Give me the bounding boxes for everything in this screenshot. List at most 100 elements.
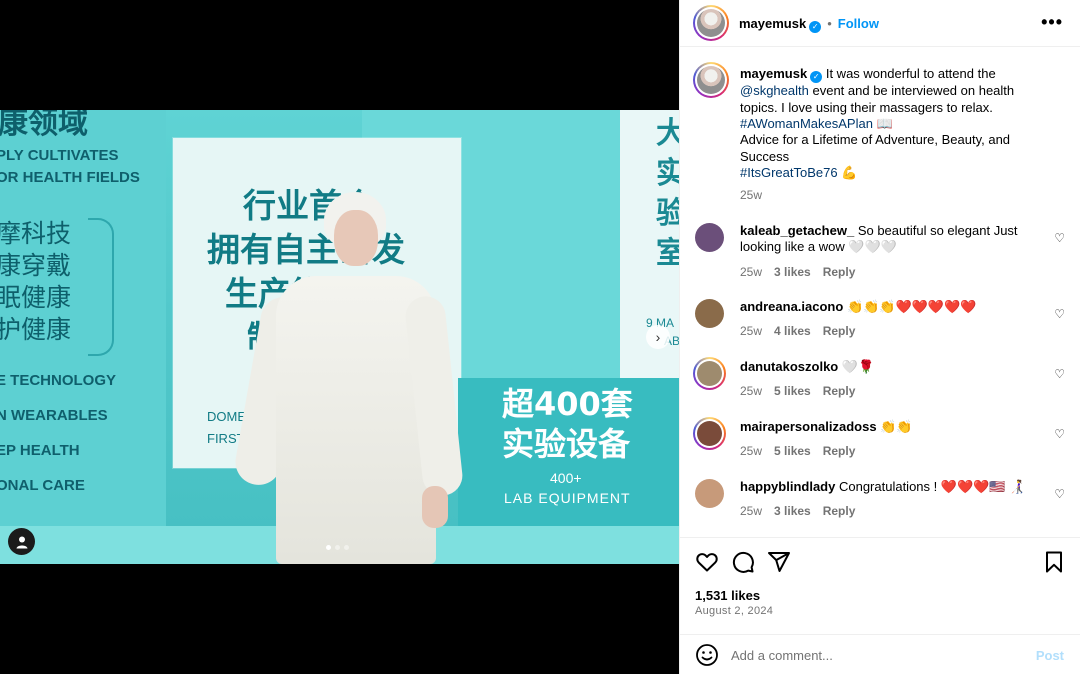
comment-bubble-icon[interactable] xyxy=(731,550,755,574)
comments-list[interactable]: mayemusk ✓ It was wonderful to attend the… xyxy=(680,48,1080,536)
comment-likes[interactable]: 5 likes xyxy=(774,443,811,459)
post-actions: 1,531 likes August 2, 2024 xyxy=(680,537,1080,621)
comment-time: 25w xyxy=(740,384,763,399)
share-paper-plane-icon[interactable] xyxy=(767,550,791,574)
emoji-icon[interactable] xyxy=(695,643,719,667)
post-photo[interactable]: 健康领域 PLY CULTIVATES OR HEALTH FIELDS 摩科技… xyxy=(0,110,679,564)
save-bookmark-icon[interactable] xyxy=(1042,550,1066,574)
commenter-avatar[interactable] xyxy=(695,299,724,328)
comment-meta: 25w 4 likes Reply xyxy=(740,323,1030,339)
left-signage: 健康领域 PLY CULTIVATES OR HEALTH FIELDS 摩科技… xyxy=(0,110,166,564)
commenter-username[interactable]: mairapersonalizadoss xyxy=(740,419,877,434)
caption-intro: It was wonderful to attend the xyxy=(825,66,996,81)
post-date[interactable]: August 2, 2024 xyxy=(695,605,773,617)
post-media[interactable]: 健康领域 PLY CULTIVATES OR HEALTH FIELDS 摩科技… xyxy=(0,0,679,674)
signage-count: 400+ xyxy=(550,470,582,486)
comment-time: 25w xyxy=(740,324,763,339)
signage-bracket xyxy=(88,218,114,356)
comment-body: kaleab_getachew_ So beautiful so elegant… xyxy=(740,223,1030,280)
comment-text: 🤍🌹 xyxy=(841,359,875,374)
separator-dot: • xyxy=(827,16,832,31)
signage-cn-line: 超400套 xyxy=(502,385,633,423)
comment-likes[interactable]: 3 likes xyxy=(774,264,811,280)
reply-button[interactable]: Reply xyxy=(823,443,856,459)
signage-en-item: N WEARABLES xyxy=(0,407,108,424)
signage-en-item: E TECHNOLOGY xyxy=(0,372,117,389)
signage-en-item: ONAL CARE xyxy=(0,477,85,494)
likes-count[interactable]: 1,531 likes xyxy=(695,588,760,603)
carousel-next-button[interactable]: › xyxy=(646,325,670,349)
commenter-avatar[interactable] xyxy=(695,479,724,508)
comment-text: 👏👏 xyxy=(880,419,913,434)
caption-time: 25w xyxy=(740,187,763,202)
like-comment-heart-icon[interactable]: ♡ xyxy=(1054,231,1065,245)
signage-en-line: PLY CULTIVATES xyxy=(0,147,119,164)
comment-likes[interactable]: 3 likes xyxy=(774,503,811,519)
signage-cn-vertical: 大实验室 xyxy=(656,116,679,271)
post-comment-button[interactable]: Post xyxy=(1036,648,1064,663)
avatar-image xyxy=(697,421,722,446)
like-comment-heart-icon[interactable]: ♡ xyxy=(1054,307,1065,321)
comment-text: Congratulations ! ❤️❤️❤️🇺🇸 👩‍🦯 xyxy=(838,479,1026,494)
comment-body: danutakoszolko 🤍🌹 25w 5 likes Reply xyxy=(740,359,1030,400)
commenter-avatar[interactable] xyxy=(693,357,726,390)
comment-body: mairapersonalizadoss 👏👏 25w 5 likes Repl… xyxy=(740,419,1030,460)
mention-link[interactable]: @skghealth xyxy=(740,83,809,98)
reply-button[interactable]: Reply xyxy=(823,323,856,339)
comment-body: andreana.iacono 👏👏👏❤️❤️❤️❤️❤️ 25w 4 like… xyxy=(740,299,1030,340)
hashtag-link[interactable]: #ItsGreatToBe76 xyxy=(740,165,838,180)
commenter-username[interactable]: andreana.iacono xyxy=(740,299,843,314)
comment-meta: 25w 3 likes Reply xyxy=(740,264,1030,280)
comment-meta: 25w 3 likes Reply xyxy=(740,503,1030,519)
comment-item: kaleab_getachew_ So beautiful so elegant… xyxy=(695,223,1065,279)
carousel-indicators xyxy=(326,545,349,550)
comment-input[interactable] xyxy=(731,644,1021,666)
commenter-username[interactable]: kaleab_getachew_ xyxy=(740,223,854,238)
commenter-avatar[interactable] xyxy=(695,223,724,252)
comment-body: happyblindlady Congratulations ! ❤️❤️❤️🇺… xyxy=(740,479,1030,520)
signage-cn-line: 实验设备 xyxy=(502,425,631,463)
comment-time: 25w xyxy=(740,504,763,519)
signage-cn-item: 康穿戴 xyxy=(0,251,72,280)
signage-en-line: LAB EQUIPMENT xyxy=(504,490,631,506)
comment-item: happyblindlady Congratulations ! ❤️❤️❤️🇺… xyxy=(695,479,1065,535)
comment-likes[interactable]: 5 likes xyxy=(774,383,811,399)
like-heart-icon[interactable] xyxy=(695,550,719,574)
caption-username[interactable]: mayemusk xyxy=(740,66,807,81)
follow-button[interactable]: Follow xyxy=(838,16,879,31)
reply-button[interactable]: Reply xyxy=(823,383,856,399)
signage-cn-item: 摩科技 xyxy=(0,219,72,248)
carousel-dot xyxy=(335,545,340,550)
comment-item: mairapersonalizadoss 👏👏 25w 5 likes Repl… xyxy=(693,417,1065,475)
hashtag-link[interactable]: #AWomanMakesAPlan xyxy=(740,116,873,131)
like-comment-heart-icon[interactable]: ♡ xyxy=(1054,367,1065,381)
author-username[interactable]: mayemusk xyxy=(739,16,806,31)
caption-avatar[interactable] xyxy=(693,62,729,98)
avatar-image xyxy=(697,66,725,94)
reply-button[interactable]: Reply xyxy=(823,503,856,519)
comment-meta: 25w 5 likes Reply xyxy=(740,443,1030,459)
carousel-dot xyxy=(344,545,349,550)
caption-text: mayemusk ✓ It was wonderful to attend the… xyxy=(740,66,1040,203)
commenter-username[interactable]: danutakoszolko xyxy=(740,359,838,374)
like-comment-heart-icon[interactable]: ♡ xyxy=(1054,427,1065,441)
tagged-users-button[interactable] xyxy=(8,528,35,555)
author-line: mayemusk ✓ • Follow xyxy=(739,16,879,33)
carousel-dot-active xyxy=(326,545,331,550)
person-face xyxy=(334,210,378,266)
comment-likes[interactable]: 4 likes xyxy=(774,323,811,339)
verified-badge-icon: ✓ xyxy=(810,71,823,84)
commenter-username[interactable]: happyblindlady xyxy=(740,479,835,494)
chevron-right-icon: › xyxy=(655,329,661,345)
comment-text: 👏👏👏❤️❤️❤️❤️❤️ xyxy=(846,299,977,314)
commenter-avatar[interactable] xyxy=(693,417,726,450)
more-options-icon[interactable]: ••• xyxy=(1041,12,1063,33)
like-comment-heart-icon[interactable]: ♡ xyxy=(1054,487,1065,501)
comment-meta: 25w 5 likes Reply xyxy=(740,383,1030,399)
comment-item: danutakoszolko 🤍🌹 25w 5 likes Reply ♡ xyxy=(693,357,1065,415)
post-side-pane: mayemusk ✓ • Follow ••• mayemusk ✓ It was wo… xyxy=(679,0,1080,674)
author-avatar[interactable] xyxy=(693,5,729,41)
reply-button[interactable]: Reply xyxy=(823,264,856,280)
signage-cn-item: 护健康 xyxy=(0,315,72,344)
add-comment-bar: Post xyxy=(680,634,1080,674)
